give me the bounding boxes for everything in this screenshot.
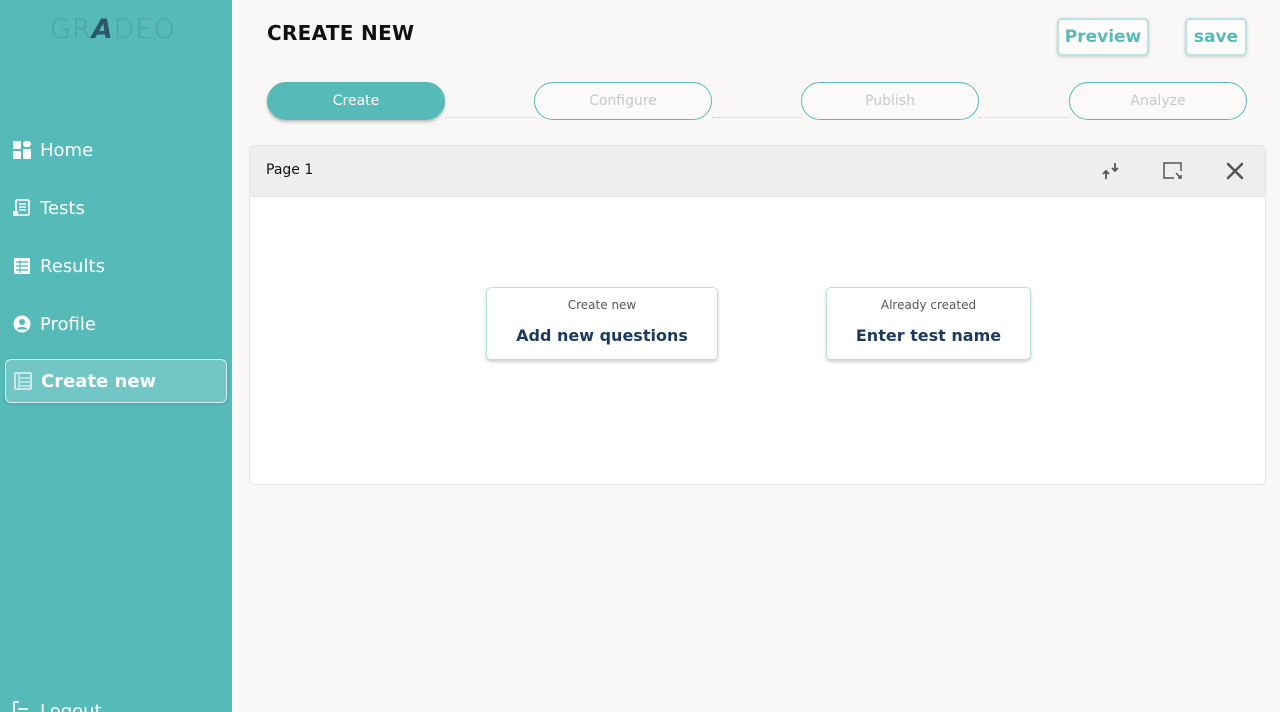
logo-part-2: A [91,14,114,45]
edit-frame-icon[interactable] [1161,159,1185,183]
page-panel-header: Page 1 [250,146,1265,197]
step-configure[interactable]: Configure [534,82,712,120]
create-list-icon [13,371,33,391]
step-create[interactable]: Create [267,82,445,120]
page-panel: Page 1 Create new Add new questions Alre… [249,145,1266,485]
results-icon [12,256,32,276]
logo-part-3: DEO [113,14,176,45]
sidebar-item-profile[interactable]: Profile [12,304,96,344]
sidebar-item-results[interactable]: Results [12,246,105,286]
save-button[interactable]: save [1185,18,1247,56]
close-icon[interactable] [1223,159,1247,183]
step-connector [445,117,535,118]
step-publish[interactable]: Publish [801,82,979,120]
brand-logo: GRADEO [50,14,176,45]
sidebar-item-label: Create new [41,370,157,392]
card-subtitle: Create new [567,298,637,312]
logout-label: Logout [40,701,102,712]
step-analyze[interactable]: Analyze [1069,82,1247,120]
add-new-questions-card[interactable]: Create new Add new questions [486,287,718,360]
dashboard-icon [12,140,32,160]
sidebar-item-label: Profile [40,313,96,335]
step-connector [979,117,1069,118]
sidebar-item-tests[interactable]: Tests [12,188,85,228]
sidebar-item-label: Home [40,139,94,161]
sidebar-item-label: Tests [40,197,85,219]
collapse-arrows-icon[interactable] [1099,159,1123,183]
sidebar: GRADEO Home Tests Results Profile Create… [0,0,232,712]
card-subtitle: Already created [880,298,977,312]
enter-test-name-card[interactable]: Already created Enter test name [826,287,1031,360]
page-panel-title: Page 1 [266,162,314,178]
step-connector [712,117,802,118]
sidebar-item-create-new[interactable]: Create new [5,359,227,403]
card-title: Add new questions [516,326,688,345]
profile-icon [12,314,32,334]
preview-button[interactable]: Preview [1057,18,1149,56]
sidebar-item-home[interactable]: Home [12,130,93,170]
page-title: CREATE NEW [267,21,415,45]
logout-icon [12,700,32,712]
card-title: Enter test name [855,326,1002,345]
test-list-icon [12,198,32,218]
app-root: GRADEO Home Tests Results Profile Create… [0,0,1280,712]
sidebar-item-label: Results [40,255,105,277]
sidebar-item-logout[interactable]: Logout [12,700,102,712]
logo-part-1: GR [50,14,92,45]
